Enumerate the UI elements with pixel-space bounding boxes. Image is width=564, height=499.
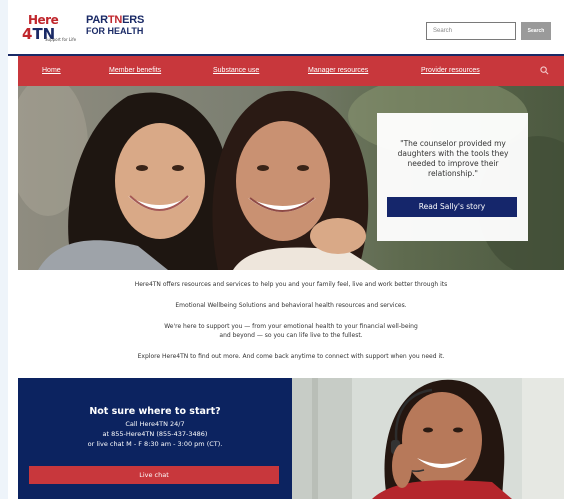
story-quote-card: "The counselor provided my daughters wit… [377, 113, 528, 241]
intro-paragraph-4: Explore Here4TN to find out more. And co… [137, 353, 445, 360]
cta-line-3: or live chat M - F 8:30 am - 3:00 pm (CT… [87, 440, 223, 448]
logo-tagline: Support for Life [45, 37, 77, 42]
nav-substance-use[interactable]: Substance use [213, 67, 259, 74]
hero-banner: "The counselor provided my daughters wit… [18, 86, 564, 270]
nav-provider-resources[interactable]: Provider resources [421, 67, 480, 74]
intro-paragraph-3a: We're here to support you — from your em… [164, 323, 418, 330]
partners-for-health-logo[interactable]: PARTNERS FOR HEALTH [86, 14, 156, 40]
cta-title: Not sure where to start? [89, 406, 221, 417]
intro-section: Here4TN offers resources and services to… [18, 270, 564, 370]
partners-tn: TN [107, 14, 123, 26]
site-header: Here 4TN Support for Life PARTNERS FOR H… [8, 0, 564, 56]
intro-paragraph-2: Emotional Wellbeing Solutions and behavi… [175, 302, 407, 309]
search-button[interactable]: Search [521, 22, 551, 40]
main-nav: Home Member benefits Substance use Manag… [18, 56, 564, 86]
cta-line-1: Call Here4TN 24/7 [125, 420, 185, 428]
search-icon[interactable] [540, 66, 549, 75]
cta-phone[interactable]: at 855-Here4TN (855-437-3486) [18, 430, 292, 438]
search-input[interactable]: Search [426, 22, 516, 40]
intro-paragraph-1: Here4TN offers resources and services to… [134, 281, 448, 288]
nav-member-benefits[interactable]: Member benefits [109, 67, 161, 74]
here4tn-logo[interactable]: Here 4TN Support for Life [20, 12, 78, 43]
live-chat-button[interactable]: Live chat [29, 466, 279, 484]
story-quote: "The counselor provided my daughters wit… [397, 139, 509, 178]
partners-for-health-text: FOR HEALTH [86, 26, 144, 36]
logo-four: 4 [22, 25, 33, 43]
read-story-button[interactable]: Read Sally's story [387, 197, 517, 217]
nav-manager-resources[interactable]: Manager resources [308, 67, 368, 74]
agent-image [292, 378, 564, 499]
partners-text-2: ERS [122, 14, 145, 26]
support-cta-panel: Not sure where to start? Call Here4TN 24… [18, 378, 292, 499]
support-agent-photo [292, 378, 564, 499]
partners-text-1: PAR [86, 14, 108, 26]
page: Here 4TN Support for Life PARTNERS FOR H… [8, 0, 564, 499]
nav-home[interactable]: Home [42, 67, 61, 74]
intro-paragraph-3b: and beyond — so you can life live to the… [219, 332, 363, 339]
